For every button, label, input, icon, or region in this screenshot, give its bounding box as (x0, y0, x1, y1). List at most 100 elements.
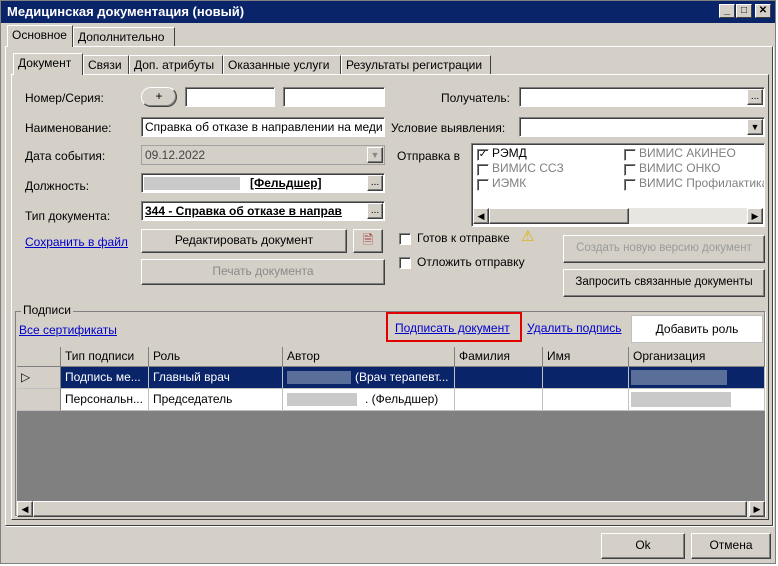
recipient-label: Получатель: (441, 91, 510, 105)
checkbox-vimis-onko[interactable] (624, 164, 636, 176)
close-icon: ✕ (758, 5, 768, 16)
tab-main[interactable]: Основное (7, 25, 73, 47)
cell-role: Главный врач (149, 367, 283, 389)
position-label: Должность: (25, 179, 90, 193)
scroll-right-icon[interactable]: ▶ (747, 208, 763, 224)
checkbox-remd[interactable]: ✓ (477, 149, 489, 161)
sign-document-link[interactable]: Подписать документ (395, 321, 510, 335)
tab-document[interactable]: Документ (13, 53, 83, 75)
checkbox-iemk[interactable] (477, 179, 489, 191)
add-role-button[interactable]: Добавить роль (631, 315, 763, 343)
ok-button[interactable]: Ok (601, 533, 685, 559)
doc-type-label: Тип документа: (25, 209, 111, 223)
column-header-author[interactable]: Автор (283, 347, 455, 367)
condition-dropdown-arrow-icon[interactable]: ▼ (747, 119, 763, 135)
recipient-input[interactable]: ... (519, 87, 765, 107)
maximize-button[interactable]: □ (736, 4, 752, 18)
cell-last-name (455, 389, 543, 411)
redacted-organization (631, 392, 731, 407)
checkbox-vimis-prevention[interactable] (624, 179, 636, 191)
tab-links[interactable]: Связи (83, 55, 129, 75)
table-row[interactable]: ▷ Подпись ме... Главный врач (Врач терап… (17, 367, 765, 389)
create-new-version-button[interactable]: Создать новую версию документ (563, 235, 765, 263)
send-target-vimis-onko: ВИМИС ОНКО (639, 161, 721, 175)
minimize-icon: _ (723, 4, 731, 16)
event-date-value: 09.12.2022 (145, 148, 206, 162)
column-header-organization[interactable]: Организация (629, 347, 765, 367)
number-add-button[interactable]: + (141, 87, 177, 107)
print-document-button[interactable]: Печать документа (141, 259, 385, 285)
doc-type-browse-button[interactable]: ... (367, 203, 383, 219)
row-indicator: ▷ (17, 367, 61, 389)
event-date-input[interactable]: 09.12.2022 ▼ (141, 145, 385, 165)
cancel-button[interactable]: Отмена (691, 533, 771, 559)
recipient-browse-button[interactable]: ... (747, 89, 763, 105)
redacted-author (287, 393, 357, 406)
cell-last-name (455, 367, 543, 389)
doc-type-input[interactable]: 344 - Справка об отказе в направ ... (141, 201, 385, 221)
redacted-name (144, 177, 240, 190)
table-row[interactable]: Персональн... Председатель . (Фельдшер) (17, 389, 765, 411)
scroll-right-icon[interactable]: ▶ (749, 501, 765, 517)
export-pdf-button[interactable]: 🗎 (353, 229, 383, 253)
column-header-role[interactable]: Роль (149, 347, 283, 367)
edit-document-button[interactable]: Редактировать документ (141, 229, 347, 253)
row-pointer-icon: ▷ (21, 370, 31, 384)
delete-signature-link[interactable]: Удалить подпись (527, 321, 622, 335)
maximize-icon: □ (740, 5, 748, 16)
cell-first-name (543, 389, 629, 411)
redacted-organization (631, 370, 727, 385)
send-targets-hscrollbar[interactable]: ◀ ▶ (473, 208, 763, 224)
condition-select[interactable]: ▼ (519, 117, 765, 137)
minimize-button[interactable]: _ (719, 4, 735, 18)
scroll-left-icon[interactable]: ◀ (473, 208, 489, 224)
postpone-send-checkbox[interactable] (399, 257, 411, 269)
send-target-vimis-akineo: ВИМИС АКИНЕО (639, 146, 736, 160)
column-header-first-name[interactable]: Имя (543, 347, 629, 367)
cell-author-text: . (Фельдшер) (365, 392, 439, 406)
series-input[interactable] (283, 87, 385, 107)
cell-signature-type: Подпись ме... (61, 367, 149, 389)
window-title: Медицинская документация (новый) (7, 4, 245, 19)
close-button[interactable]: ✕ (755, 4, 771, 18)
event-date-label: Дата события: (25, 149, 106, 163)
title-bar: Медицинская документация (новый) _ □ ✕ (1, 1, 775, 23)
date-dropdown-arrow-icon[interactable]: ▼ (367, 147, 383, 163)
send-target-vimis-ssz: ВИМИС ССЗ (492, 161, 564, 175)
column-header-last-name[interactable]: Фамилия (455, 347, 543, 367)
checkbox-vimis-akineo[interactable] (624, 149, 636, 161)
warning-icon: ⚠ (521, 228, 535, 245)
name-value: Справка об отказе в направлении на меди (145, 120, 383, 134)
send-targets-list: ✓ РЭМД ВИМИС ССЗ ИЭМК ВИМИС АКИНЕО ВИМИС… (471, 143, 765, 227)
row-indicator (17, 389, 61, 411)
position-input[interactable]: [Фельдшер] ... (141, 173, 385, 193)
tab-registration-results[interactable]: Результаты регистрации (341, 55, 491, 75)
column-header-marker (17, 347, 61, 367)
checkbox-vimis-ssz[interactable] (477, 164, 489, 176)
send-targets-scroll-thumb[interactable] (489, 208, 629, 224)
tab-provided-services[interactable]: Оказанные услуги (223, 55, 341, 75)
plus-icon: + (155, 89, 163, 103)
request-related-docs-button[interactable]: Запросить связанные документы (563, 269, 765, 297)
column-header-signature-type[interactable]: Тип подписи (61, 347, 149, 367)
save-to-file-link[interactable]: Сохранить в файл (25, 235, 128, 249)
postpone-send-label: Отложить отправку (417, 255, 525, 269)
number-input[interactable] (185, 87, 275, 107)
condition-label: Условие выявления: (391, 121, 506, 135)
send-target-iemk: ИЭМК (492, 176, 527, 190)
signatures-scroll-thumb[interactable] (33, 501, 747, 517)
send-target-vimis-prevention: ВИМИС Профилактика (639, 176, 765, 190)
cell-first-name (543, 367, 629, 389)
redacted-author (287, 371, 351, 384)
signatures-hscrollbar[interactable]: ◀ ▶ (17, 501, 765, 517)
cell-organization (629, 389, 765, 411)
ready-to-send-checkbox[interactable] (399, 233, 411, 245)
cell-role: Председатель (149, 389, 283, 411)
position-browse-button[interactable]: ... (367, 175, 383, 191)
scroll-left-icon[interactable]: ◀ (17, 501, 33, 517)
name-input[interactable]: Справка об отказе в направлении на меди (141, 117, 385, 137)
tab-extra-attributes[interactable]: Доп. атрибуты (129, 55, 223, 75)
tab-additional[interactable]: Дополнительно (73, 27, 175, 47)
all-certificates-link[interactable]: Все сертификаты (19, 323, 117, 337)
send-target-remd: РЭМД (492, 146, 527, 160)
